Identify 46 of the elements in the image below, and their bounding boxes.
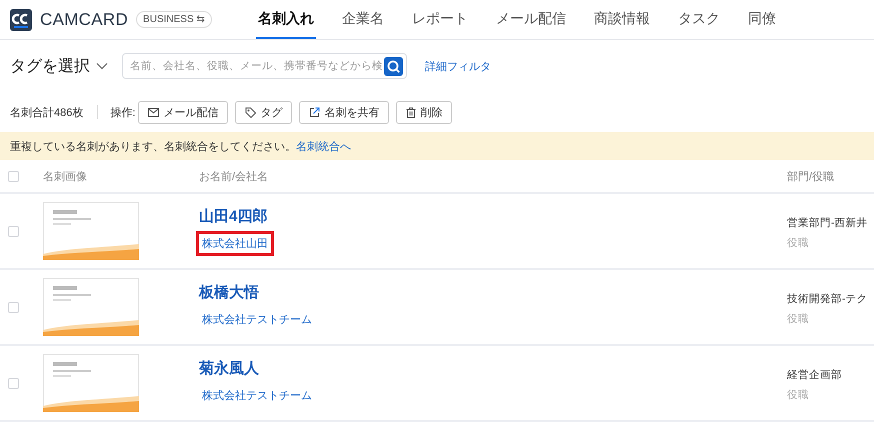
logo-text: CAMCARD bbox=[40, 10, 128, 30]
nav-tab[interactable]: レポート bbox=[410, 0, 470, 39]
nav-tab[interactable]: 商談情報 bbox=[592, 0, 652, 39]
tag-button[interactable]: タグ bbox=[235, 100, 292, 124]
column-header: 名刺画像 bbox=[43, 170, 88, 184]
nav-tab[interactable]: タスク bbox=[676, 0, 722, 39]
contact-name[interactable]: 板橋大悟 bbox=[199, 282, 259, 302]
job-title-text: 役職 bbox=[787, 388, 809, 402]
search-icon[interactable] bbox=[384, 56, 403, 76]
company-link[interactable]: 株式会社テストチーム bbox=[196, 306, 318, 332]
mail-icon bbox=[148, 108, 160, 116]
department-text: 営業部門-西新井 bbox=[787, 216, 868, 230]
nav-tab[interactable]: 同僚 bbox=[746, 0, 778, 39]
share-button[interactable]: 名刺を共有 bbox=[299, 100, 390, 124]
column-header: 部門/役職 bbox=[787, 170, 836, 184]
duplicate-notice: 重複している名刺があります、名刺統合をしてください。名刺統合へ bbox=[10, 140, 351, 154]
contact-name[interactable]: 菊永風人 bbox=[199, 358, 259, 378]
merge-link[interactable]: 名刺統合へ bbox=[296, 140, 351, 152]
company-link[interactable]: 株式会社テストチーム bbox=[196, 382, 318, 408]
checkbox[interactable] bbox=[8, 302, 19, 312]
checkbox[interactable] bbox=[8, 170, 19, 182]
mail-button[interactable]: メール配信 bbox=[138, 100, 228, 124]
job-title-text: 役職 bbox=[787, 312, 809, 326]
checkbox[interactable] bbox=[8, 378, 19, 388]
tag-icon bbox=[245, 106, 256, 118]
department-text: 技術開発部-テク bbox=[787, 292, 868, 306]
contact-name[interactable]: 山田4四郎 bbox=[199, 206, 268, 226]
share-icon bbox=[309, 106, 320, 118]
job-title-text: 役職 bbox=[787, 236, 809, 250]
nav-tab[interactable]: 名刺入れ bbox=[256, 0, 316, 39]
trash-icon bbox=[406, 106, 416, 118]
chevron-down-icon bbox=[96, 62, 108, 70]
edition-button[interactable]: BUSINESS ⇆ bbox=[136, 11, 212, 28]
actions-label: 操作: bbox=[110, 106, 136, 120]
nav-tab[interactable]: メール配信 bbox=[494, 0, 568, 39]
card-total: 名刺合計486枚 bbox=[10, 106, 84, 120]
search-field[interactable]: 名前、会社名、役職、メール、携帯番号などから検 bbox=[122, 53, 407, 79]
nav-tab[interactable]: 企業名 bbox=[340, 0, 386, 39]
logo-icon bbox=[10, 8, 32, 30]
checkbox[interactable] bbox=[8, 226, 19, 236]
department-text: 経営企画部 bbox=[787, 368, 842, 382]
advanced-filter-link[interactable]: 詳細フィルタ bbox=[425, 58, 491, 74]
tag-select[interactable]: タグを選択 bbox=[10, 56, 122, 76]
delete-button[interactable]: 削除 bbox=[396, 100, 452, 124]
column-header: お名前/会社名 bbox=[199, 170, 270, 184]
company-link[interactable]: 株式会社山田 bbox=[196, 230, 274, 256]
